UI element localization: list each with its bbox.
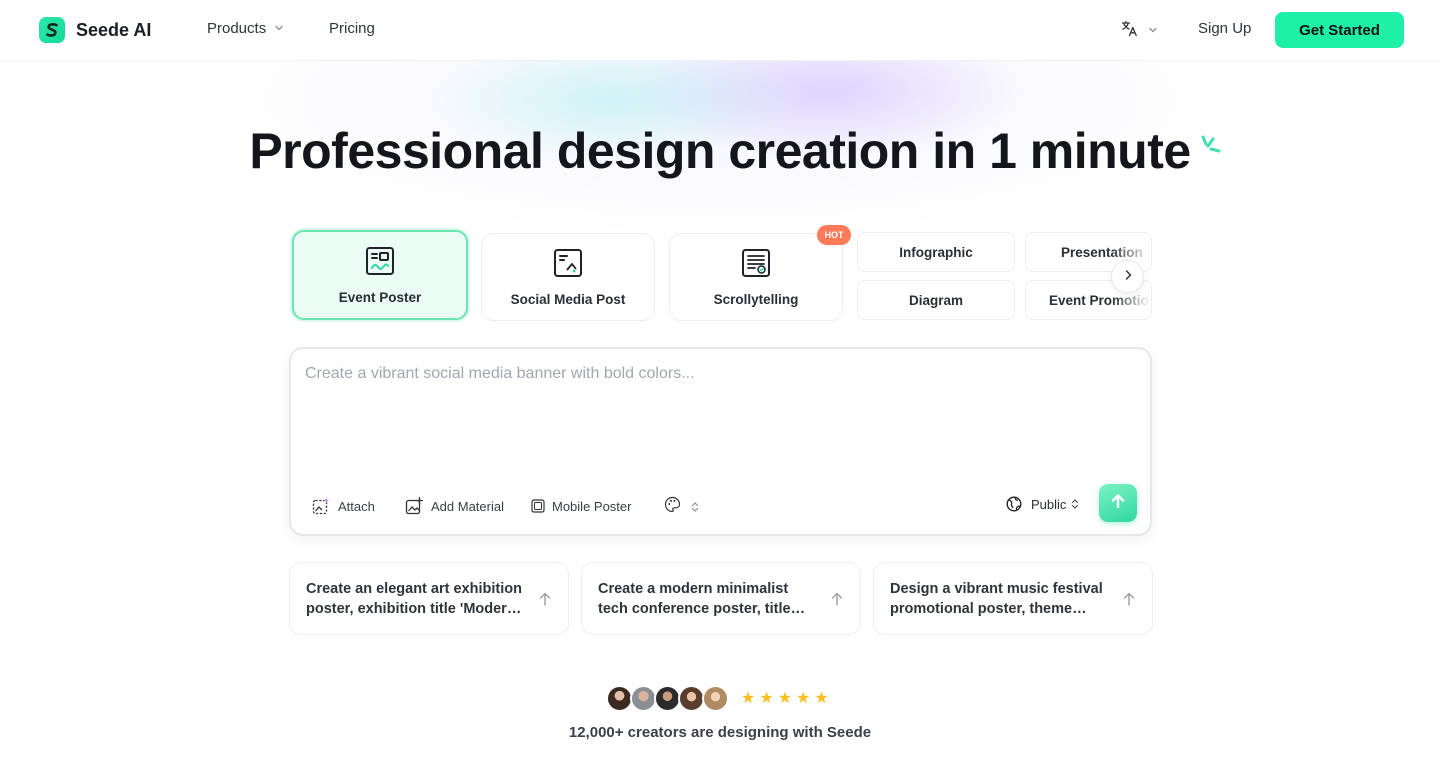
avatar xyxy=(606,685,633,712)
chevron-down-icon xyxy=(1148,22,1158,40)
translate-icon xyxy=(1121,20,1138,42)
seede-logo-icon xyxy=(39,17,65,43)
suggestion-card[interactable]: Create an elegant art exhibition poster,… xyxy=(289,562,569,635)
star-icon: ★ xyxy=(741,688,756,707)
format-label: Mobile Poster xyxy=(552,498,632,514)
add-material-icon xyxy=(405,497,423,515)
social-proof-text: 12,000+ creators are designing with Seed… xyxy=(568,724,872,741)
page-title: Professional design creation in 1 minute xyxy=(249,123,1191,179)
arrow-up-icon xyxy=(539,592,551,606)
avatar xyxy=(678,685,705,712)
top-nav: Seede AI Products Pricing Sign Up Get St… xyxy=(0,0,1440,61)
chip-label: Presentation xyxy=(1061,244,1143,260)
prompt-box: Attach Add Material Mobile Poster xyxy=(289,347,1152,536)
nav-products-menu[interactable]: Products xyxy=(207,20,284,37)
palette-icon xyxy=(664,496,681,518)
visibility-selector[interactable]: Public xyxy=(1006,496,1079,512)
event-poster-icon xyxy=(365,246,395,281)
rating-stars: ★ ★ ★ ★ ★ xyxy=(741,688,833,707)
star-icon: ★ xyxy=(796,688,811,707)
style-palette-selector[interactable] xyxy=(664,496,699,518)
nav-products-label: Products xyxy=(207,20,267,37)
mobile-poster-icon xyxy=(531,499,545,513)
chevron-down-icon xyxy=(274,20,284,37)
attach-button[interactable]: Attach xyxy=(312,497,375,515)
arrow-up-icon xyxy=(1110,493,1126,514)
chevron-up-down-icon xyxy=(1071,498,1079,510)
language-selector[interactable] xyxy=(1121,20,1158,42)
prompt-input[interactable] xyxy=(305,365,1135,475)
visibility-label: Public xyxy=(1031,496,1067,512)
nav-pricing-link[interactable]: Pricing xyxy=(329,20,375,37)
scrollytelling-icon xyxy=(741,248,771,283)
brand-name: Seede AI xyxy=(76,19,152,40)
arrow-up-icon xyxy=(831,592,843,606)
attach-image-icon xyxy=(312,497,330,515)
suggestion-card[interactable]: Create a modern minimalist tech conferen… xyxy=(581,562,861,635)
creator-avatars xyxy=(606,685,729,712)
chip-infographic[interactable]: Infographic xyxy=(857,232,1015,272)
globe-icon xyxy=(1006,496,1022,512)
star-icon: ★ xyxy=(777,688,793,707)
suggestion-text: Design a vibrant music festival promotio… xyxy=(890,581,1103,617)
attach-label: Attach xyxy=(338,498,375,514)
suggestion-text: Create a modern minimalist tech conferen… xyxy=(598,581,791,617)
category-social-media-post[interactable]: Social Media Post xyxy=(481,233,655,321)
chip-diagram[interactable]: Diagram xyxy=(857,280,1015,320)
star-icon: ★ xyxy=(759,688,774,707)
social-media-post-icon xyxy=(553,248,583,283)
category-label: Social Media Post xyxy=(510,292,626,307)
avatar xyxy=(702,685,729,712)
send-button[interactable] xyxy=(1099,484,1137,522)
avatar xyxy=(630,685,657,712)
category-event-poster[interactable]: Event Poster xyxy=(292,230,468,320)
add-material-label: Add Material xyxy=(431,498,504,514)
category-label: Event Poster xyxy=(338,290,422,305)
get-started-button[interactable]: Get Started xyxy=(1275,12,1404,48)
star-icon: ★ xyxy=(814,688,829,707)
chevron-right-icon xyxy=(1122,268,1134,286)
hot-badge: HOT xyxy=(817,225,851,245)
category-label: Scrollytelling xyxy=(713,292,799,307)
category-scrollytelling[interactable]: Scrollytelling xyxy=(669,233,843,321)
category-scroll-next-button[interactable] xyxy=(1111,260,1144,293)
chevron-up-down-icon xyxy=(691,501,699,513)
format-selector[interactable]: Mobile Poster xyxy=(523,492,639,520)
arrow-up-icon xyxy=(1123,592,1135,606)
add-material-button[interactable]: Add Material xyxy=(405,497,504,515)
chip-label: Event Promotion xyxy=(1049,292,1152,308)
sparkle-icon xyxy=(1198,135,1222,162)
suggestion-card[interactable]: Design a vibrant music festival promotio… xyxy=(873,562,1153,635)
brand-logo[interactable]: Seede AI xyxy=(39,17,151,43)
suggestion-text: Create an elegant art exhibition poster,… xyxy=(306,581,522,617)
avatar xyxy=(654,685,681,712)
sign-up-link[interactable]: Sign Up xyxy=(1198,20,1251,37)
